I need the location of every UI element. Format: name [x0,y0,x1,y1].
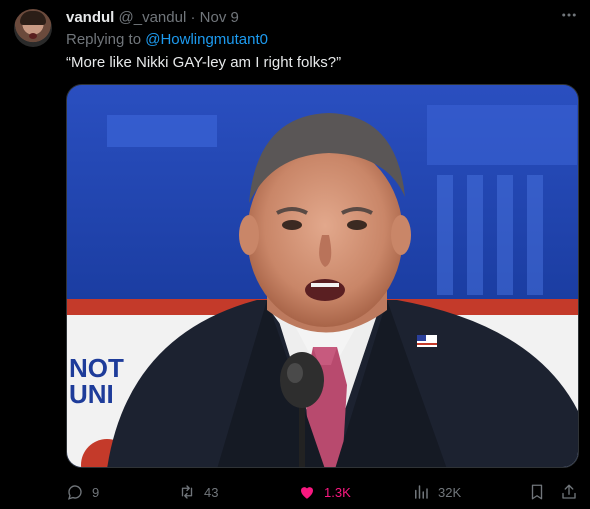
like-button[interactable]: 1.3K [298,482,351,502]
tweet-text: “More like Nikki GAY-ley am I right folk… [66,54,342,71]
reply-mention-link[interactable]: @Howlingmutant0 [145,31,268,48]
share-button[interactable] [560,482,586,502]
avatar-hair [20,11,46,25]
views-button[interactable]: 32K [412,482,461,502]
views-icon [415,485,428,499]
more-icon[interactable] [560,6,578,29]
author-handle[interactable]: @_vandul [119,9,187,26]
avatar-mouth [29,33,37,39]
retweet-button[interactable]: 43 [178,482,218,502]
tweet-media-image[interactable]: NOT UNI [66,84,579,468]
views-count: 32K [438,484,462,500]
debate-photo: NOT UNI [67,85,578,467]
retweet-icon [181,485,193,499]
reply-button[interactable]: 9 [66,482,99,502]
reply-icon [67,485,82,500]
reply-count: 9 [92,484,100,500]
share-icon [562,484,576,499]
replying-to: Replying to @Howlingmutant0 [66,31,268,49]
tweet[interactable]: vandul @_vandul · Nov 9 Replying to @How… [0,0,590,509]
avatar[interactable] [14,9,52,47]
tweet-date[interactable]: Nov 9 [200,9,239,26]
heart-icon [301,487,313,499]
tweet-header: vandul @_vandul · Nov 9 [66,9,239,27]
author-name[interactable]: vandul [66,9,114,26]
like-count: 1.3K [324,484,351,500]
bookmark-button[interactable] [528,482,554,502]
retweet-count: 43 [204,484,219,500]
replying-to-label: Replying to [66,31,146,48]
bookmark-icon [531,484,543,500]
action-bar: 9 43 1.3K 32K [66,482,579,502]
separator: · [190,9,196,26]
sign-text-2: UNI [69,379,114,409]
